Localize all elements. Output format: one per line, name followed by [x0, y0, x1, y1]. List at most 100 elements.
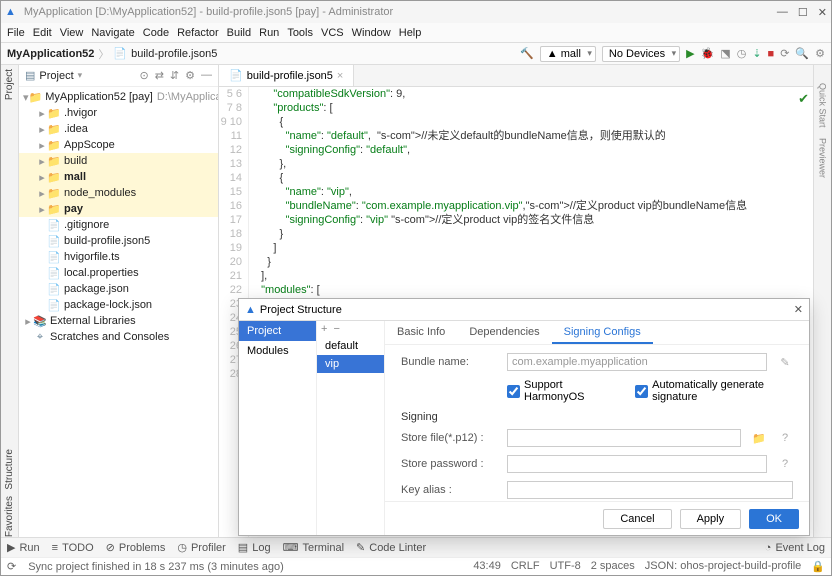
menu-file[interactable]: File [7, 27, 25, 39]
status-schema[interactable]: JSON: ohos-project-build-profile [645, 560, 802, 573]
right-tab-previewer[interactable]: Previewer [818, 138, 828, 178]
device-dropdown[interactable]: No Devices [602, 46, 680, 62]
input-store-pwd[interactable] [507, 455, 767, 473]
dialog-left-list: Project Modules [239, 321, 317, 535]
expand-icon[interactable]: ⇄ [155, 69, 164, 82]
chk-harmonyos[interactable]: Support HarmonyOS [507, 379, 613, 403]
project-tree[interactable]: ▾📁MyApplication52 [pay]D:\MyApplication5… [19, 87, 218, 537]
help-icon-2[interactable]: ? [777, 458, 793, 470]
status-line-sep[interactable]: CRLF [511, 560, 540, 573]
btn-terminal[interactable]: ⌨ Terminal [283, 541, 344, 554]
btn-run[interactable]: ▶ Run [7, 541, 40, 554]
tree-row[interactable]: ▸📁node_modules [19, 185, 218, 201]
toolbar: MyApplication52 〉 📄 build-profile.json5 … [1, 43, 831, 65]
debug-icon[interactable]: 🐞 [701, 47, 715, 60]
search-icon[interactable]: 🔍 [795, 47, 809, 60]
tree-row[interactable]: ▸📚External Libraries [19, 313, 218, 329]
menu-code[interactable]: Code [143, 27, 169, 39]
tree-row[interactable]: 📄.gitignore [19, 217, 218, 233]
select-opened-icon[interactable]: ⊙ [139, 69, 148, 82]
btn-log[interactable]: ▤ Log [238, 541, 271, 554]
mid-item-vip[interactable]: vip [317, 355, 384, 373]
tree-row[interactable]: ▾📁MyApplication52 [pay]D:\MyApplication5… [19, 89, 218, 105]
sync-icon[interactable]: ⟳ [780, 47, 789, 60]
left-tab-structure[interactable]: Structure [4, 449, 15, 490]
ok-button[interactable]: OK [749, 509, 799, 529]
close-button[interactable]: ✕ [818, 6, 827, 19]
btn-problems[interactable]: ⊘ Problems [106, 541, 166, 554]
btn-profiler[interactable]: ◷ Profiler [177, 541, 225, 554]
tab-dependencies[interactable]: Dependencies [457, 321, 551, 344]
chk-auto-sign[interactable]: Automatically generate signature [635, 379, 793, 403]
run-config-dropdown[interactable]: ▲ mall [540, 46, 596, 62]
tree-row[interactable]: ▸📁pay [19, 201, 218, 217]
editor-tab[interactable]: 📄 build-profile.json5 × [219, 65, 354, 86]
lock-icon[interactable]: 🔒 [811, 560, 825, 573]
hide-icon[interactable]: — [201, 69, 212, 82]
crumb-file[interactable]: build-profile.json5 [131, 48, 217, 60]
btn-lint[interactable]: ✎ Code Linter [356, 541, 426, 554]
menu-vcs[interactable]: VCS [321, 27, 344, 39]
input-store-file[interactable] [507, 429, 741, 447]
tree-row[interactable]: ▸📁.hvigor [19, 105, 218, 121]
tree-row[interactable]: ▸📁.idea [19, 121, 218, 137]
close-tab-icon[interactable]: × [337, 70, 343, 82]
status-position[interactable]: 43:49 [473, 560, 501, 573]
collapse-icon[interactable]: ⇵ [170, 69, 179, 82]
add-icon[interactable]: + [321, 323, 327, 335]
menu-window[interactable]: Window [352, 27, 391, 39]
tab-signing-configs[interactable]: Signing Configs [552, 321, 653, 344]
browse-icon[interactable]: 📁 [751, 432, 767, 445]
menu-run[interactable]: Run [259, 27, 279, 39]
edit-icon[interactable]: ✎ [777, 356, 793, 369]
input-key-alias[interactable] [507, 481, 793, 499]
tree-row[interactable]: ▸📁mall [19, 169, 218, 185]
btn-todo[interactable]: ≡ TODO [52, 542, 94, 554]
window-title: MyApplication [D:\MyApplication52] - bui… [24, 6, 393, 18]
remove-icon[interactable]: − [333, 323, 339, 335]
tree-row[interactable]: ⌖Scratches and Consoles [19, 329, 218, 345]
menu-navigate[interactable]: Navigate [91, 27, 134, 39]
settings-icon[interactable]: ⚙ [815, 47, 825, 60]
tree-row[interactable]: 📄package-lock.json [19, 297, 218, 313]
status-indent[interactable]: 2 spaces [591, 560, 635, 573]
left-item-project[interactable]: Project [239, 321, 316, 341]
left-tab-project[interactable]: Project [4, 69, 15, 100]
left-item-modules[interactable]: Modules [239, 341, 316, 361]
maximize-button[interactable]: ☐ [798, 6, 808, 19]
tree-row[interactable]: 📄hvigorfile.ts [19, 249, 218, 265]
menu-help[interactable]: Help [399, 27, 422, 39]
menu-build[interactable]: Build [227, 27, 251, 39]
menu-tools[interactable]: Tools [287, 27, 313, 39]
mid-item-default[interactable]: default [317, 337, 384, 355]
attach-icon[interactable]: ⇣ [752, 47, 761, 60]
tree-row[interactable]: ▸📁build [19, 153, 218, 169]
menu-edit[interactable]: Edit [33, 27, 52, 39]
input-bundle-name[interactable] [507, 353, 767, 371]
coverage-icon[interactable]: ⬔ [720, 47, 730, 60]
run-icon[interactable]: ▶ [686, 47, 694, 60]
stop-icon[interactable]: ■ [768, 48, 775, 60]
left-tab-favorites[interactable]: Favorites [4, 496, 15, 537]
build-icon[interactable]: 🔨 [520, 47, 534, 60]
dialog-close-icon[interactable]: ✕ [794, 303, 803, 316]
crumb-project[interactable]: MyApplication52 [7, 48, 94, 60]
status-encoding[interactable]: UTF-8 [550, 560, 581, 573]
menu-view[interactable]: View [60, 27, 84, 39]
menu-refactor[interactable]: Refactor [177, 27, 219, 39]
tree-row[interactable]: ▸📁AppScope [19, 137, 218, 153]
minimize-button[interactable]: — [777, 6, 788, 19]
gear-icon[interactable]: ⚙ [185, 69, 195, 82]
profile-icon[interactable]: ◷ [737, 47, 747, 60]
menubar: File Edit View Navigate Code Refactor Build Run… [1, 23, 831, 43]
tree-row[interactable]: 📄package.json [19, 281, 218, 297]
tree-row[interactable]: 📄local.properties [19, 265, 218, 281]
tab-basic-info[interactable]: Basic Info [385, 321, 457, 344]
cancel-button[interactable]: Cancel [603, 509, 671, 529]
btn-eventlog[interactable]: ◔ Event Log [765, 542, 825, 554]
tree-row[interactable]: 📄build-profile.json5 [19, 233, 218, 249]
right-tab-quickstart[interactable]: Quick Start [818, 83, 828, 128]
apply-button[interactable]: Apply [680, 509, 742, 529]
breadcrumb[interactable]: MyApplication52 〉 📄 build-profile.json5 [7, 46, 217, 62]
help-icon[interactable]: ? [777, 432, 793, 444]
